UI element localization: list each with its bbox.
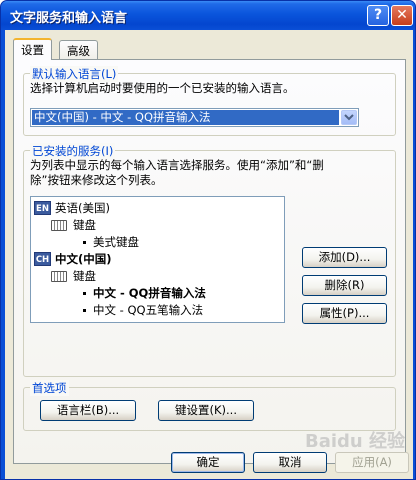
- tree-item-english-keyboard-label: 键盘: [73, 218, 96, 232]
- bullet-icon: [83, 309, 86, 312]
- tree-item-qq-pinyin-label: 中文 - QQ拼音输入法: [93, 286, 206, 300]
- cancel-button[interactable]: 取消: [253, 452, 327, 473]
- preferences-group: 首选项 语言栏(B)... 键设置(K)...: [23, 380, 396, 431]
- installed-services-tree[interactable]: EN 英语(美国) 键盘 美式键盘 CH 中文(中国) 键盘 中文 - QQ拼音…: [30, 196, 285, 323]
- apply-button[interactable]: 应用(A): [335, 452, 409, 473]
- tree-item-english[interactable]: EN 英语(美国): [34, 200, 274, 216]
- tree-item-us-keyboard[interactable]: 美式键盘: [83, 234, 263, 250]
- tab-settings[interactable]: 设置: [13, 38, 52, 60]
- dialog-client-area: 高级 设置 默认输入语言(L) 选择计算机启动时要使用的一个已安装的输入语言。 …: [5, 30, 413, 479]
- tree-item-chinese-keyboard[interactable]: 键盘: [51, 268, 251, 284]
- properties-button[interactable]: 属性(P)...: [302, 303, 387, 324]
- tree-item-qq-wubi[interactable]: 中文 - QQ五笔输入法: [83, 302, 273, 318]
- preferences-group-title: 首选项: [30, 380, 69, 396]
- installed-services-group: 已安装的服务(I) 为列表中显示的每个输入语言选择服务。使用“添加”和“删 除”…: [23, 143, 396, 377]
- language-bar-button[interactable]: 语言栏(B)...: [40, 400, 136, 421]
- close-button[interactable]: ✕: [391, 5, 413, 26]
- ok-button[interactable]: 确定: [171, 452, 245, 473]
- dialog-window: 文字服务和输入语言 ? ✕ 高级 设置 默认输入语言(L) 选择计算机启动时要使…: [0, 0, 416, 480]
- tab-panel-settings: 默认输入语言(L) 选择计算机启动时要使用的一个已安装的输入语言。 中文(中国)…: [13, 59, 406, 464]
- bullet-icon: [83, 292, 86, 295]
- tree-item-chinese-keyboard-label: 键盘: [73, 269, 96, 283]
- installed-services-group-title: 已安装的服务(I): [30, 143, 116, 159]
- tree-item-english-keyboard[interactable]: 键盘: [51, 217, 251, 233]
- tree-item-us-keyboard-label: 美式键盘: [93, 235, 139, 249]
- keyboard-icon: [51, 271, 67, 282]
- key-settings-button[interactable]: 键设置(K)...: [158, 400, 254, 421]
- default-language-group-title: 默认输入语言(L): [30, 66, 119, 82]
- en-language-icon: EN: [34, 201, 51, 215]
- keyboard-icon: [51, 220, 67, 231]
- chevron-down-icon[interactable]: [341, 110, 357, 125]
- watermark-logo: Baidu 经验: [304, 431, 405, 452]
- tab-advanced[interactable]: 高级: [59, 40, 98, 59]
- default-language-group: 默认输入语言(L) 选择计算机启动时要使用的一个已安装的输入语言。 中文(中国)…: [23, 66, 396, 136]
- default-language-description: 选择计算机启动时要使用的一个已安装的输入语言。: [30, 81, 295, 95]
- tree-item-chinese-label: 中文(中国): [55, 252, 112, 266]
- remove-button[interactable]: 删除(R): [302, 275, 387, 296]
- installed-services-description-line2: 除”按钮来修改这个列表。: [30, 173, 163, 187]
- help-button[interactable]: ?: [367, 5, 389, 26]
- tree-item-chinese[interactable]: CH 中文(中国): [34, 251, 274, 267]
- bullet-icon: [83, 241, 86, 244]
- tree-item-english-label: 英语(美国): [55, 201, 110, 215]
- ch-language-icon: CH: [34, 252, 51, 266]
- title-bar[interactable]: 文字服务和输入语言 ? ✕: [1, 1, 415, 30]
- default-language-dropdown[interactable]: 中文(中国) - 中文 - QQ拼音输入法: [30, 108, 359, 127]
- tree-item-qq-wubi-label: 中文 - QQ五笔输入法: [93, 303, 204, 317]
- tree-item-qq-pinyin[interactable]: 中文 - QQ拼音输入法: [83, 285, 273, 301]
- installed-services-description-line1: 为列表中显示的每个输入语言选择服务。使用“添加”和“删: [30, 158, 324, 172]
- add-button[interactable]: 添加(D)...: [302, 247, 387, 268]
- default-language-selected: 中文(中国) - 中文 - QQ拼音输入法: [32, 110, 339, 125]
- window-title: 文字服务和输入语言: [10, 11, 128, 26]
